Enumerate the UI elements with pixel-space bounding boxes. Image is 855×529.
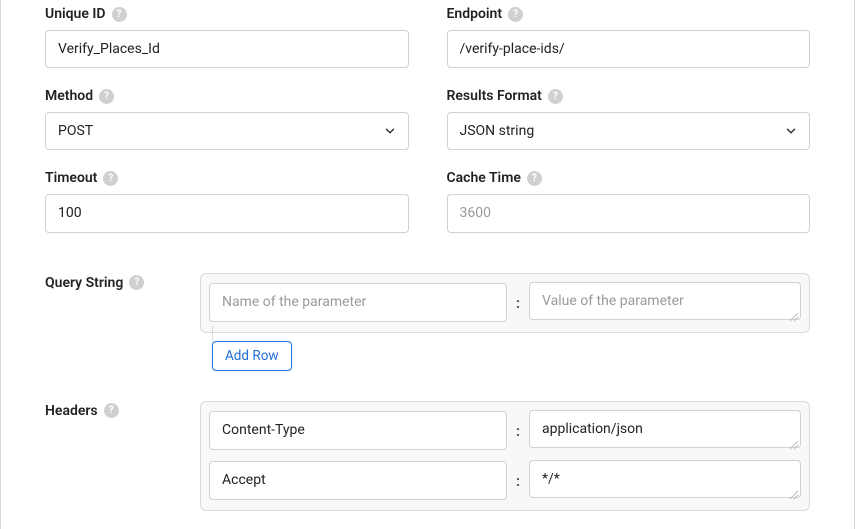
label-text: Unique ID [45,6,106,22]
kv-separator: : [515,422,521,440]
header-name-input[interactable] [209,461,507,499]
label-text: Results Format [447,88,542,104]
query-string-group: : [200,273,810,333]
label-text: Headers [45,403,98,419]
header-row: : [209,410,801,452]
unique-id-label: Unique ID ? [45,6,409,22]
param-name-input[interactable] [209,283,507,321]
kv-separator: : [515,294,521,312]
help-icon[interactable]: ? [112,7,127,22]
label-text: Timeout [45,170,97,186]
kv-separator: : [515,472,521,490]
timeout-label: Timeout ? [45,170,409,186]
help-icon[interactable]: ? [99,89,114,104]
label-text: Cache Time [447,170,521,186]
method-select[interactable]: POST [45,112,409,150]
header-value-input[interactable] [529,460,801,498]
cache-time-label: Cache Time ? [447,170,811,186]
header-name-input[interactable] [209,411,507,449]
label-text: Query String [45,275,123,291]
help-icon[interactable]: ? [548,89,563,104]
help-icon[interactable]: ? [104,403,119,418]
add-row-button[interactable]: Add Row [212,341,292,371]
headers-label: Headers ? [45,403,170,419]
timeout-input[interactable] [45,194,409,232]
query-string-label: Query String ? [45,275,170,291]
headers-group: : : [200,401,810,511]
query-string-row: : [209,282,801,324]
header-row: : [209,460,801,502]
results-format-label: Results Format ? [447,88,811,104]
label-text: Endpoint [447,6,503,22]
unique-id-input[interactable] [45,30,409,68]
help-icon[interactable]: ? [508,7,523,22]
help-icon[interactable]: ? [527,171,542,186]
cache-time-input[interactable] [447,194,811,232]
label-text: Method [45,88,93,104]
endpoint-input[interactable] [447,30,811,68]
endpoint-label: Endpoint ? [447,6,811,22]
param-value-input[interactable] [529,282,801,320]
help-icon[interactable]: ? [103,171,118,186]
header-value-input[interactable] [529,410,801,448]
help-icon[interactable]: ? [129,275,144,290]
results-format-select[interactable]: JSON string [447,112,811,150]
method-label: Method ? [45,88,409,104]
